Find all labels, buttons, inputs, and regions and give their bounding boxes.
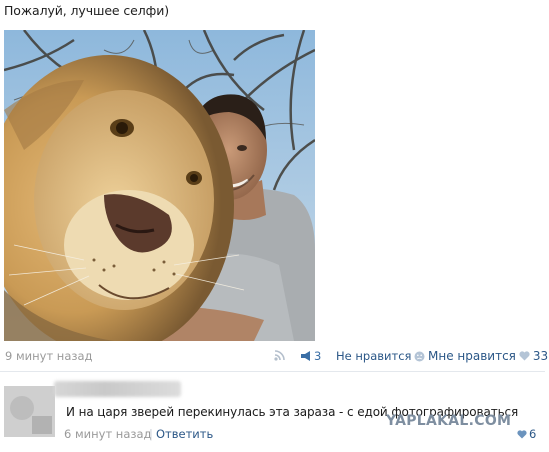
divider <box>0 371 545 372</box>
like-button[interactable]: Мне нравится 33 <box>428 349 548 363</box>
post-text: Пожалуй, лучшее селфи) <box>4 3 170 18</box>
post-meta: 9 минут назад 3 Не нравится Мне нравится… <box>0 346 549 366</box>
post-time[interactable]: 9 минут назад <box>5 349 92 363</box>
heart-icon <box>517 429 527 439</box>
selfie-photo[interactable] <box>4 30 315 341</box>
heart-icon <box>519 351 530 361</box>
comment-like-button[interactable]: 6 <box>517 427 536 441</box>
frown-icon <box>414 351 425 361</box>
share-count-button[interactable]: 3 <box>300 349 321 363</box>
comment-like-count: 6 <box>529 427 537 441</box>
share-rss-button[interactable] <box>274 349 286 361</box>
megaphone-icon <box>301 351 310 361</box>
author-name-blurred <box>54 381 181 397</box>
reply-link[interactable]: Ответить <box>156 427 213 441</box>
avatar[interactable] <box>4 386 55 437</box>
rss-icon <box>274 350 285 361</box>
comment: И на царя зверей перекинулась эта зараза… <box>0 378 549 452</box>
share-count: 3 <box>314 349 322 363</box>
comment-time[interactable]: 6 минут назад <box>64 427 151 441</box>
dislike-button[interactable]: Не нравится <box>336 349 425 363</box>
like-count: 33 <box>532 349 549 363</box>
dislike-label: Не нравится <box>336 349 412 363</box>
watermark: YAPLAKAL.COM <box>386 413 512 429</box>
like-label: Мне нравится <box>428 349 516 363</box>
separator: | <box>149 427 153 441</box>
